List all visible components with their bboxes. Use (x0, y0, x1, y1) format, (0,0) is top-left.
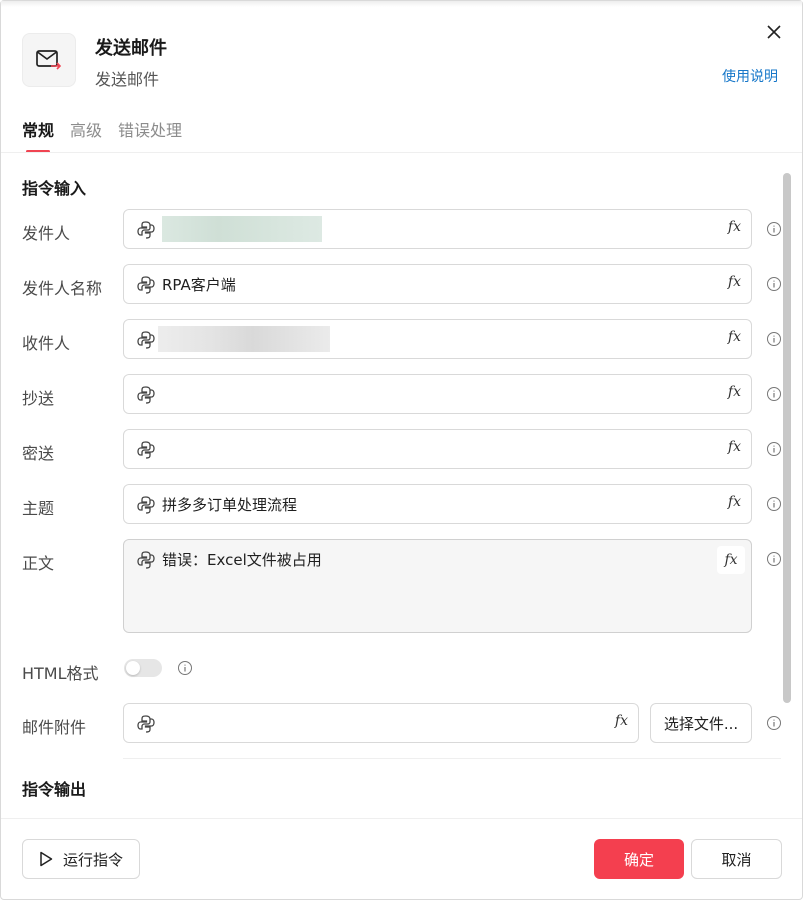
subject-label: 主题 (22, 499, 55, 518)
dialog-title: 发送邮件 (95, 38, 167, 59)
html-format-label: HTML格式 (22, 664, 99, 683)
sender-input[interactable]: fx (123, 209, 752, 249)
fx-icon[interactable]: fx (728, 274, 741, 290)
play-icon (40, 851, 53, 867)
info-icon[interactable] (766, 496, 782, 512)
cc-label: 抄送 (22, 389, 55, 408)
attachment-input[interactable]: fx (123, 703, 639, 743)
recipient-label: 收件人 (22, 334, 71, 353)
sender-name-input[interactable]: RPA客户端 fx (123, 264, 752, 304)
close-button[interactable] (763, 21, 785, 43)
run-command-button[interactable]: 运行指令 (22, 839, 140, 879)
fx-icon[interactable]: fx (728, 439, 741, 455)
run-command-label: 运行指令 (62, 850, 123, 869)
fx-icon[interactable]: fx (728, 384, 741, 400)
subject-value: 拼多多订单处理流程 (162, 496, 298, 514)
input-section-title: 指令输入 (22, 179, 87, 198)
fx-icon[interactable]: fx (717, 546, 745, 574)
output-section-title: 指令输出 (22, 780, 87, 799)
python-icon (137, 276, 155, 294)
tab-general[interactable]: 常规 (22, 117, 54, 153)
info-icon[interactable] (766, 331, 782, 347)
send-email-dialog: 发送邮件 发送邮件 使用说明 常规 高级 错误处理 指令输入 发件人 fx 发件… (0, 0, 803, 900)
python-icon (137, 496, 155, 514)
bcc-input[interactable]: fx (123, 429, 752, 469)
sender-name-label: 发件人名称 (22, 279, 103, 298)
fx-icon[interactable]: fx (728, 494, 741, 510)
info-icon[interactable] (766, 715, 782, 731)
python-icon (137, 386, 155, 404)
fx-icon[interactable]: fx (615, 713, 628, 729)
tab-advanced[interactable]: 高级 (70, 117, 102, 153)
body-value: 错误：Excel文件被占用 (162, 551, 322, 569)
sender-label: 发件人 (22, 224, 71, 243)
select-file-button[interactable]: 选择文件... (650, 703, 752, 743)
info-icon[interactable] (766, 386, 782, 402)
section-divider (123, 758, 781, 759)
footer-divider (1, 818, 802, 819)
recipient-input[interactable]: fx (123, 319, 752, 359)
python-icon (137, 221, 155, 239)
python-icon (137, 551, 155, 569)
app-icon-box (22, 33, 76, 87)
python-icon (137, 715, 155, 733)
html-format-toggle[interactable] (124, 659, 162, 677)
mail-send-icon (36, 50, 62, 70)
help-link[interactable]: 使用说明 (722, 66, 778, 86)
tab-divider (1, 152, 802, 153)
scrollbar-thumb[interactable] (783, 173, 791, 703)
close-icon (767, 25, 781, 39)
dialog-subtitle: 发送邮件 (95, 70, 160, 89)
tab-error-handling[interactable]: 错误处理 (118, 117, 182, 153)
sender-name-value: RPA客户端 (162, 276, 236, 294)
info-icon[interactable] (766, 441, 782, 457)
cc-input[interactable]: fx (123, 374, 752, 414)
fx-icon[interactable]: fx (728, 329, 741, 345)
python-icon (137, 441, 155, 459)
python-icon (137, 331, 155, 349)
subject-input[interactable]: 拼多多订单处理流程 fx (123, 484, 752, 524)
info-icon[interactable] (766, 221, 782, 237)
top-strip (1, 1, 802, 7)
sender-redacted-value (162, 216, 322, 242)
info-icon[interactable] (766, 551, 782, 567)
body-textarea[interactable]: 错误：Excel文件被占用 fx (123, 539, 752, 633)
bcc-label: 密送 (22, 444, 55, 463)
attachment-label: 邮件附件 (22, 718, 87, 737)
confirm-button[interactable]: 确定 (594, 839, 684, 879)
tab-bar: 常规 高级 错误处理 (22, 117, 182, 153)
recipient-redacted-value (158, 326, 330, 352)
info-icon[interactable] (177, 660, 193, 676)
info-icon[interactable] (766, 276, 782, 292)
cancel-button[interactable]: 取消 (691, 839, 782, 879)
fx-icon[interactable]: fx (728, 219, 741, 235)
body-label: 正文 (22, 554, 55, 573)
